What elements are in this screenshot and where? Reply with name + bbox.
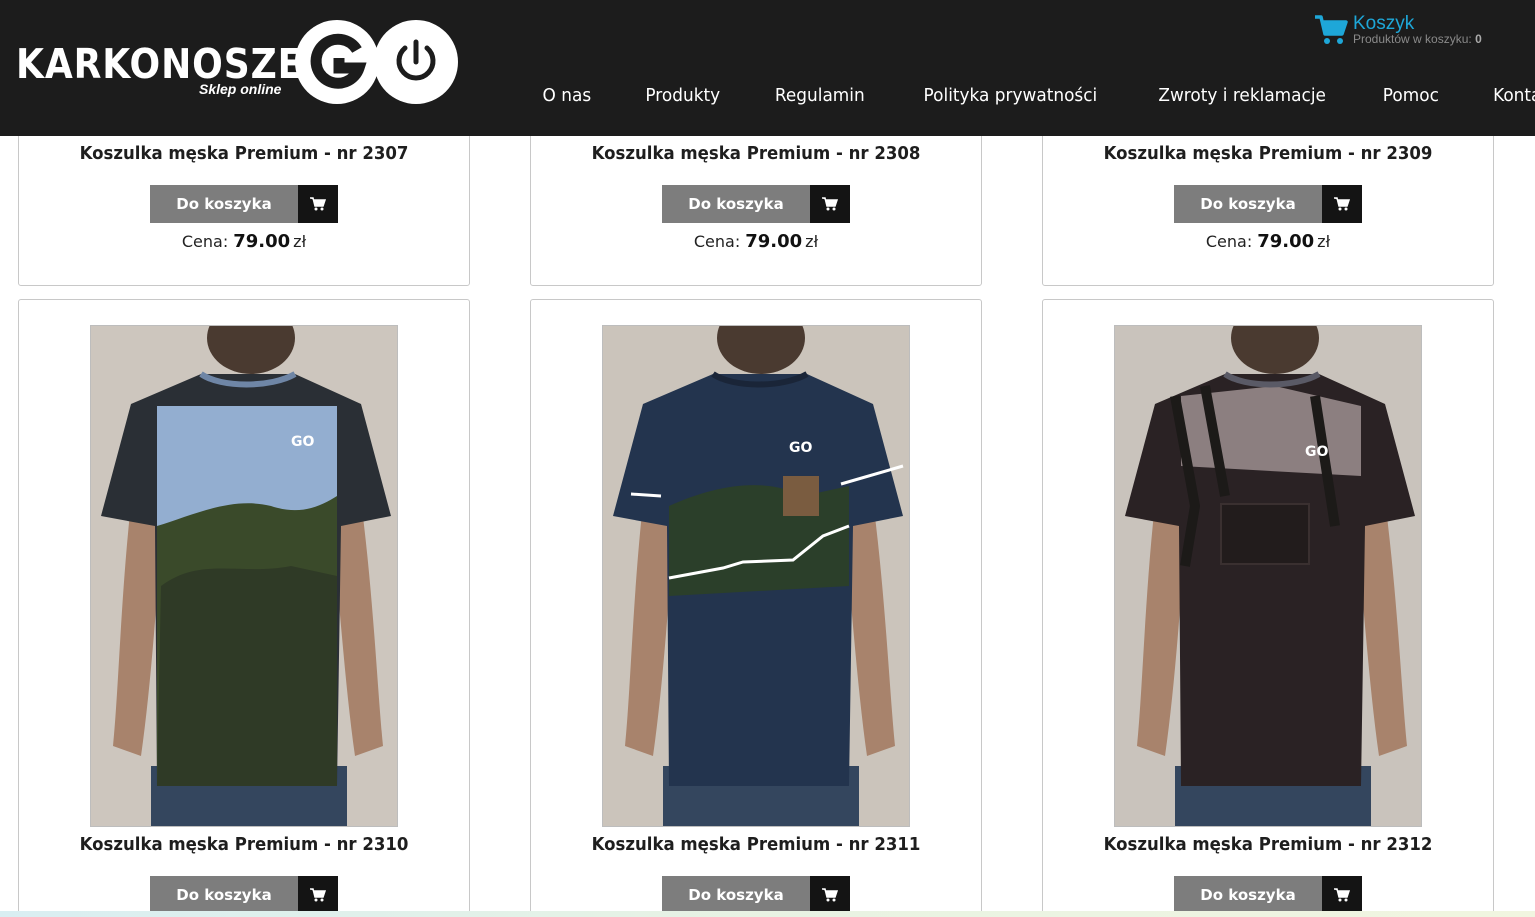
product-price: Cena: 79.00 zł [19,231,469,252]
add-to-cart-button[interactable]: Do koszyka [1174,876,1362,914]
cart-icon [810,185,850,223]
nav-item-pomoc[interactable]: Pomoc [1359,85,1462,106]
product-card: GO Koszulka męska Premium - nr 2311 Do k… [530,299,982,917]
add-to-cart-button[interactable]: Do koszyka [662,185,850,223]
nav-item-polityka-prywatnosci[interactable]: Polityka prywatności [900,85,1121,106]
product-name[interactable]: Koszulka męska Premium - nr 2310 [37,834,451,855]
cart-icon [1322,876,1362,914]
product-price: Cena: 79.00 zł [1043,231,1493,252]
product-card: GO Koszulka męska Premium - nr 2312 Do k… [1042,299,1494,917]
cart-icon [1322,185,1362,223]
price-label: Cena: [693,232,741,251]
add-to-cart-label: Do koszyka [662,185,810,223]
product-name[interactable]: Koszulka męska Premium - nr 2309 [1061,143,1475,164]
add-to-cart-button[interactable]: Do koszyka [150,185,338,223]
product-name[interactable]: Koszulka męska Premium - nr 2311 [549,834,963,855]
product-image[interactable]: GO [90,325,398,827]
add-to-cart-label: Do koszyka [150,876,298,914]
price-label: Cena: [1205,232,1253,251]
nav-item-kontakt[interactable]: Kontakt [1469,85,1535,106]
price-currency: zł [293,232,307,251]
cart-count-text: Produktów w koszyku: 0 [1353,32,1482,46]
product-name[interactable]: Koszulka męska Premium - nr 2307 [37,143,451,164]
add-to-cart-label: Do koszyka [1174,876,1322,914]
product-image[interactable]: GO [602,325,910,827]
site-header: KARKONOSZE Sklep online Koszyk Produktów… [0,0,1535,136]
tshirt-photo: GO [91,326,397,826]
price-value: 79.00 [233,231,291,252]
price-value: 79.00 [1257,231,1315,252]
product-image[interactable]: GO [1114,325,1422,827]
product-price: Cena: 79.00 zł [531,231,981,252]
tshirt-photo: GO [1115,326,1421,826]
add-to-cart-button[interactable]: Do koszyka [1174,185,1362,223]
logo-subtitle: Sklep online [199,81,282,97]
nav-item-zwroty-i-reklamacje[interactable]: Zwroty i reklamacje [1134,85,1349,106]
svg-text:GO: GO [1305,444,1328,460]
main-nav: O nas Produkty Regulamin Polityka prywat… [516,80,1535,110]
cart-count-label: Produktów w koszyku: [1353,32,1472,46]
nav-item-o-nas[interactable]: O nas [519,85,615,106]
svg-text:GO: GO [789,440,812,456]
logo-karkonosze-go[interactable]: KARKONOSZE Sklep online [16,20,458,104]
cart-icon [1315,15,1348,44]
add-to-cart-label: Do koszyka [662,876,810,914]
price-currency: zł [1317,232,1331,251]
cart-icon [298,876,338,914]
tshirt-photo: GO [603,326,909,826]
add-to-cart-label: Do koszyka [1174,185,1322,223]
cart-icon [298,185,338,223]
price-currency: zł [805,232,819,251]
cart-icon [810,876,850,914]
product-name[interactable]: Koszulka męska Premium - nr 2308 [549,143,963,164]
nav-item-produkty[interactable]: Produkty [622,85,744,106]
product-name[interactable]: Koszulka męska Premium - nr 2312 [1061,834,1475,855]
add-to-cart-button[interactable]: Do koszyka [150,876,338,914]
nav-item-regulamin[interactable]: Regulamin [752,85,889,106]
product-card: GO Koszulka męska Premium - nr 2310 Do k… [18,299,470,917]
price-label: Cena: [181,232,229,251]
cart-count-value: 0 [1475,32,1482,46]
svg-text:GO: GO [291,434,314,450]
cart-widget[interactable]: Koszyk Produktów w koszyku: 0 [1314,12,1514,52]
go-power-icon [295,20,458,104]
add-to-cart-label: Do koszyka [150,185,298,223]
price-value: 79.00 [745,231,803,252]
add-to-cart-button[interactable]: Do koszyka [662,876,850,914]
bottom-strip [0,911,1535,917]
